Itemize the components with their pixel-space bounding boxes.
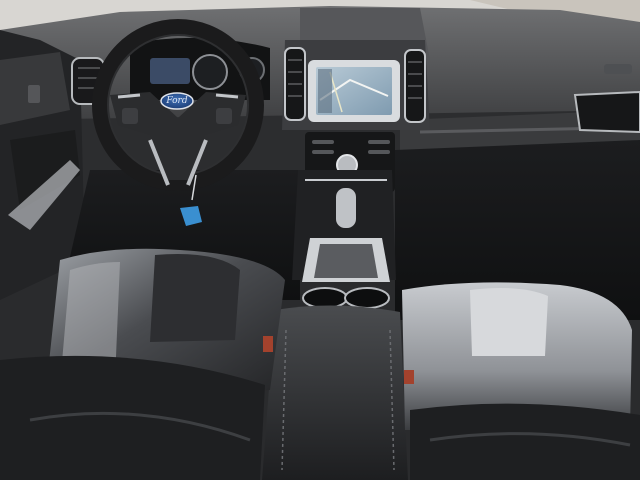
ford-logo-icon bbox=[160, 92, 194, 110]
cup-holder-left bbox=[302, 287, 348, 309]
cup-holder-right bbox=[344, 287, 390, 309]
right-air-vent bbox=[573, 90, 640, 134]
passenger-seatbelt-buckle bbox=[404, 370, 414, 384]
driver-seatbelt-buckle bbox=[263, 336, 273, 352]
car-interior-photo: Ford bbox=[0, 0, 640, 480]
door-handle bbox=[28, 85, 40, 103]
interior-illustration bbox=[0, 0, 640, 480]
gear-shifter bbox=[336, 188, 356, 228]
dash-speaker-grille bbox=[604, 64, 632, 74]
passenger-seat bbox=[402, 282, 640, 480]
